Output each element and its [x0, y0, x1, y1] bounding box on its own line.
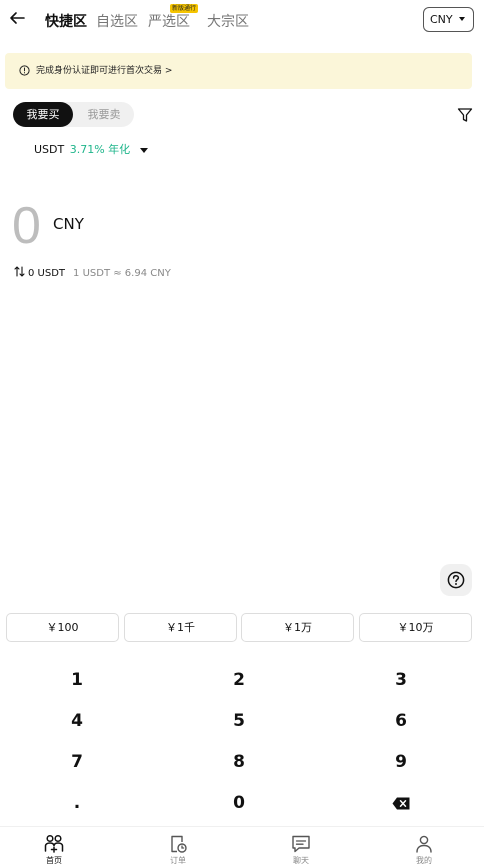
amount-value: 0 — [12, 197, 41, 255]
coin-symbol: USDT — [34, 143, 65, 156]
tab-bulk[interactable]: 大宗区 — [207, 11, 249, 31]
apy-rate: 3.71% 年化 — [69, 143, 131, 156]
buy-option[interactable]: 我要买 — [13, 102, 73, 127]
nav-orders-label: 订单 — [170, 856, 186, 865]
key-1[interactable]: 1 — [37, 665, 117, 695]
key-7[interactable]: 7 — [37, 747, 117, 777]
key-decimal[interactable]: . — [37, 788, 117, 818]
key-6[interactable]: 6 — [361, 706, 441, 736]
quick-amount-10k[interactable]: ￥1万 — [241, 613, 354, 642]
filter-icon[interactable] — [457, 107, 473, 123]
key-5[interactable]: 5 — [199, 706, 279, 736]
swap-icon[interactable] — [14, 266, 25, 277]
backspace-icon — [392, 797, 410, 810]
key-2[interactable]: 2 — [199, 665, 279, 695]
question-icon — [447, 571, 465, 589]
currency-selector[interactable]: CNY — [423, 7, 474, 32]
coin-selector[interactable]: USDT 3.71% 年化 — [34, 143, 148, 157]
quick-amount-1k[interactable]: ￥1千 — [124, 613, 237, 642]
nav-profile-label: 我的 — [416, 856, 432, 865]
nav-chat[interactable]: 聊天 — [266, 827, 336, 866]
amount-currency: CNY — [53, 215, 84, 233]
nav-profile[interactable]: 我的 — [389, 827, 459, 866]
kyc-notice-banner[interactable]: 完成身份认证即可进行首次交易 > — [5, 53, 472, 89]
key-backspace[interactable] — [361, 788, 441, 818]
home-people-icon — [44, 834, 64, 853]
quick-amount-100[interactable]: ￥100 — [6, 613, 119, 642]
nav-home-label: 首页 — [46, 856, 62, 865]
usdt-amount: 0 USDT — [28, 268, 66, 279]
key-8[interactable]: 8 — [199, 747, 279, 777]
key-0[interactable]: 0 — [199, 788, 279, 818]
sell-option[interactable]: 我要卖 — [74, 102, 134, 127]
quick-amount-100k[interactable]: ￥10万 — [359, 613, 472, 642]
tab-quick[interactable]: 快捷区 — [45, 11, 87, 31]
order-clock-icon — [171, 835, 187, 853]
back-arrow-icon[interactable] — [8, 9, 26, 27]
tab-selected[interactable]: 严选区 — [148, 11, 190, 31]
key-3[interactable]: 3 — [361, 665, 441, 695]
bottom-nav: 首页 订单 聊天 我的 — [0, 826, 484, 866]
key-9[interactable]: 9 — [361, 747, 441, 777]
top-bar: 快捷区 自选区 严选区 新版通行 大宗区 CNY — [0, 0, 484, 40]
new-badge: 新版通行 — [170, 4, 199, 13]
notice-text: 完成身份认证即可进行首次交易 > — [36, 66, 173, 76]
chat-icon — [292, 835, 310, 853]
nav-chat-label: 聊天 — [293, 856, 309, 865]
tab-watchlist[interactable]: 自选区 — [96, 11, 138, 31]
nav-home[interactable]: 首页 — [19, 827, 89, 866]
user-icon — [416, 835, 432, 853]
help-button[interactable] — [440, 564, 472, 596]
conversion-row: 0 USDT 1 USDT ≈ 6.94 CNY — [14, 266, 171, 281]
caret-down-icon — [459, 17, 465, 21]
currency-label: CNY — [430, 13, 453, 26]
key-4[interactable]: 4 — [37, 706, 117, 736]
buy-sell-toggle: 我要买 我要卖 — [13, 102, 134, 127]
exchange-rate: 1 USDT ≈ 6.94 CNY — [73, 268, 171, 279]
caret-down-icon — [139, 147, 148, 153]
info-icon — [19, 65, 30, 76]
nav-orders[interactable]: 订单 — [143, 827, 213, 866]
